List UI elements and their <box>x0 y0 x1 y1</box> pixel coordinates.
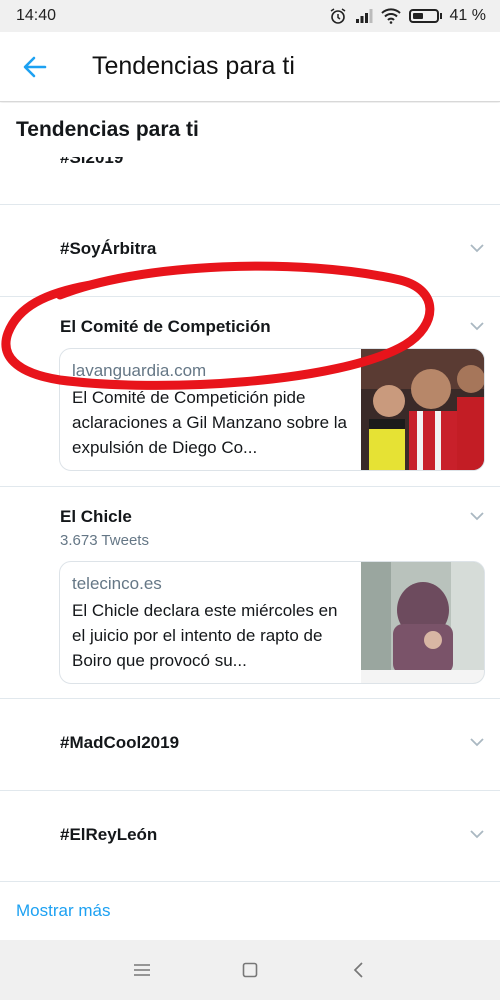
trend-name: #ElReyLeón <box>60 825 158 844</box>
card-domain: telecinco.es <box>72 574 162 593</box>
trend-item[interactable]: El Chicle 3.673 Tweets telecinco.es El C… <box>0 487 500 699</box>
home-button[interactable] <box>236 956 264 984</box>
card-text: lavanguardia.com El Comité de Competició… <box>72 361 354 460</box>
signal-icon <box>355 9 373 23</box>
home-square-icon <box>242 962 258 978</box>
alarm-icon <box>330 8 345 24</box>
app-header: Tendencias para ti <box>0 32 500 102</box>
status-time: 14:40 <box>16 7 57 24</box>
card-thumbnail <box>361 349 484 470</box>
card-thumbnail <box>361 562 484 683</box>
news-card[interactable]: telecinco.es El Chicle declara este miér… <box>59 561 485 684</box>
card-text: telecinco.es El Chicle declara este miér… <box>72 574 354 673</box>
trend-name: El Comité de Competición <box>60 317 271 336</box>
chevron-down-icon[interactable] <box>470 735 484 749</box>
menu-button[interactable] <box>128 956 156 984</box>
trends-list: #Sí2019 #SoyÁrbitra El Comité de Competi… <box>0 140 500 940</box>
arrow-left-icon <box>23 56 47 77</box>
system-back-button[interactable] <box>344 956 372 984</box>
trend-name: #SoyÁrbitra <box>60 239 157 258</box>
chevron-down-icon[interactable] <box>470 827 484 841</box>
show-more-link[interactable]: Mostrar más <box>0 882 500 940</box>
trend-item[interactable]: #ElReyLeón <box>0 791 500 882</box>
trend-name: #MadCool2019 <box>60 733 180 752</box>
card-domain: lavanguardia.com <box>72 361 207 380</box>
section-title: Tendencias para ti <box>0 103 500 157</box>
status-bar: 14:40 41 % <box>0 0 500 32</box>
back-triangle-icon <box>353 962 363 978</box>
battery-cap <box>439 13 442 19</box>
trend-item[interactable]: El Comité de Competición lavanguardia.co… <box>0 297 500 487</box>
trend-item[interactable]: #SoyÁrbitra <box>0 205 500 297</box>
page-title: Tendencias para ti <box>92 52 295 80</box>
battery-icon <box>408 9 439 23</box>
news-card[interactable]: lavanguardia.com El Comité de Competició… <box>59 348 485 471</box>
system-nav-bar <box>0 940 500 1000</box>
screen: 14:40 41 % Tendencias para ti Tendencias… <box>0 0 500 1000</box>
card-description: El Chicle declara este miércoles en el j… <box>72 601 338 670</box>
chevron-down-icon[interactable] <box>470 241 484 255</box>
menu-icon <box>134 964 150 976</box>
back-button[interactable] <box>0 32 70 102</box>
wifi-icon <box>380 8 401 24</box>
trend-tweet-count: 3.673 Tweets <box>60 532 149 549</box>
trend-item[interactable]: #MadCool2019 <box>0 699 500 791</box>
chevron-down-icon[interactable] <box>470 319 484 333</box>
chevron-down-icon[interactable] <box>470 509 484 523</box>
status-icons: 41 % <box>329 7 486 25</box>
battery-percent: 41 % <box>449 7 486 24</box>
card-description: El Comité de Competición pide aclaracion… <box>72 388 347 457</box>
trend-name: El Chicle <box>60 507 132 526</box>
